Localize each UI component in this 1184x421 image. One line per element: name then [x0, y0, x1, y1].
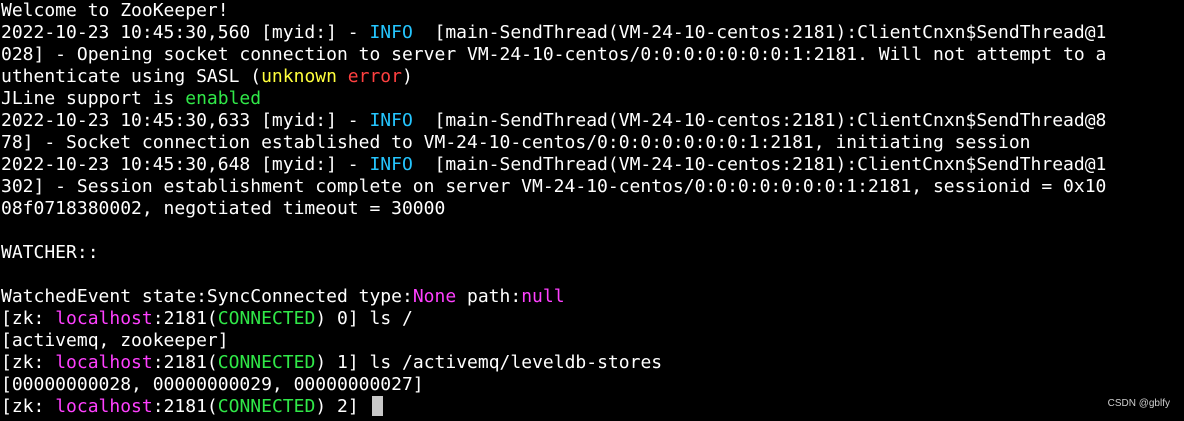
prompt-state: CONNECTED [217, 396, 316, 417]
prompt-host: localhost [55, 352, 153, 373]
log-line: 2022-10-23 10:45:30,633 [myid:] - INFO [… [1, 110, 1184, 132]
welcome-line: Welcome to ZooKeeper! [1, 0, 1184, 22]
jline-line: JLine support is enabled [1, 88, 1184, 110]
log-source: [main-SendThread(VM-24-10-centos:2181):C… [412, 110, 1107, 131]
prompt-port: :2181( [152, 352, 218, 373]
command-text: ] ls /activemq/leveldb-stores [347, 352, 663, 373]
prompt-open: [zk: [1, 396, 56, 417]
log-message: 028] - Opening socket connection to serv… [1, 44, 1107, 65]
unknown-word: unknown [261, 66, 337, 87]
prompt-open: [zk: [1, 352, 56, 373]
prompt-port: :2181( [152, 396, 218, 417]
prompt-state: CONNECTED [217, 352, 316, 373]
jline-text: JLine support is [1, 88, 186, 109]
log-line: 08f0718380002, negotiated timeout = 3000… [1, 198, 1184, 220]
prompt-host: localhost [55, 396, 153, 417]
prompt-line: [zk: localhost:2181(CONNECTED) 0] ls / [1, 308, 1184, 330]
log-message: uthenticate using SASL ( [1, 66, 262, 87]
output-line: [00000000028, 00000000029, 00000000027] [1, 374, 1184, 396]
command-output: [00000000028, 00000000029, 00000000027] [1, 374, 424, 395]
welcome-text: Welcome to ZooKeeper! [1, 0, 229, 21]
command-text: ] ls / [347, 308, 413, 329]
log-timestamp: 2022-10-23 10:45:30,560 [myid:] - [1, 22, 370, 43]
event-line: WatchedEvent state:SyncConnected type:No… [1, 286, 1184, 308]
prompt-number: 0 [337, 308, 348, 329]
log-line: 302] - Session establishment complete on… [1, 176, 1184, 198]
prompt-host: localhost [55, 308, 153, 329]
log-message: 78] - Socket connection established to V… [1, 132, 1031, 153]
watcher-line: WATCHER:: [1, 242, 1184, 264]
log-level: INFO [369, 22, 413, 43]
prompt-close: ) [315, 396, 337, 417]
log-line: 028] - Opening socket connection to serv… [1, 44, 1184, 66]
log-source: [main-SendThread(VM-24-10-centos:2181):C… [412, 154, 1107, 175]
watcher-text: WATCHER:: [1, 242, 99, 263]
prompt-open: [zk: [1, 308, 56, 329]
command-text: ] [347, 396, 370, 417]
terminal-window[interactable]: Welcome to ZooKeeper! 2022-10-23 10:45:3… [0, 0, 1184, 421]
log-message: 302] - Session establishment complete on… [1, 176, 1107, 197]
event-path: null [521, 286, 565, 307]
event-text: path: [456, 286, 522, 307]
log-line: uthenticate using SASL (unknown error) [1, 66, 1184, 88]
prompt-port: :2181( [152, 308, 218, 329]
prompt-number: 2 [337, 396, 348, 417]
log-level: INFO [369, 154, 413, 175]
log-message-end: ) [401, 66, 413, 87]
event-type: None [412, 286, 457, 307]
log-line: 78] - Socket connection established to V… [1, 132, 1184, 154]
text-cursor[interactable] [371, 396, 383, 416]
prompt-number: 1 [337, 352, 348, 373]
log-message: 08f0718380002, negotiated timeout = 3000… [1, 198, 446, 219]
prompt-close: ) [315, 308, 337, 329]
log-source: [main-SendThread(VM-24-10-centos:2181):C… [412, 22, 1107, 43]
log-line: 2022-10-23 10:45:30,648 [myid:] - INFO [… [1, 154, 1184, 176]
prompt-line: [zk: localhost:2181(CONNECTED) 1] ls /ac… [1, 352, 1184, 374]
log-timestamp: 2022-10-23 10:45:30,633 [myid:] - [1, 110, 370, 131]
active-prompt-line[interactable]: [zk: localhost:2181(CONNECTED) 2] [1, 396, 1184, 418]
error-word: error [347, 66, 402, 87]
command-output: [activemq, zookeeper] [1, 330, 229, 351]
output-line: [activemq, zookeeper] [1, 330, 1184, 352]
prompt-close: ) [315, 352, 337, 373]
watermark: CSDN @gblfy [1107, 398, 1170, 409]
log-line: 2022-10-23 10:45:30,560 [myid:] - INFO [… [1, 22, 1184, 44]
prompt-state: CONNECTED [217, 308, 316, 329]
jline-status: enabled [185, 88, 262, 109]
event-text: WatchedEvent state:SyncConnected type: [1, 286, 413, 307]
log-timestamp: 2022-10-23 10:45:30,648 [myid:] - [1, 154, 370, 175]
log-level: INFO [369, 110, 413, 131]
